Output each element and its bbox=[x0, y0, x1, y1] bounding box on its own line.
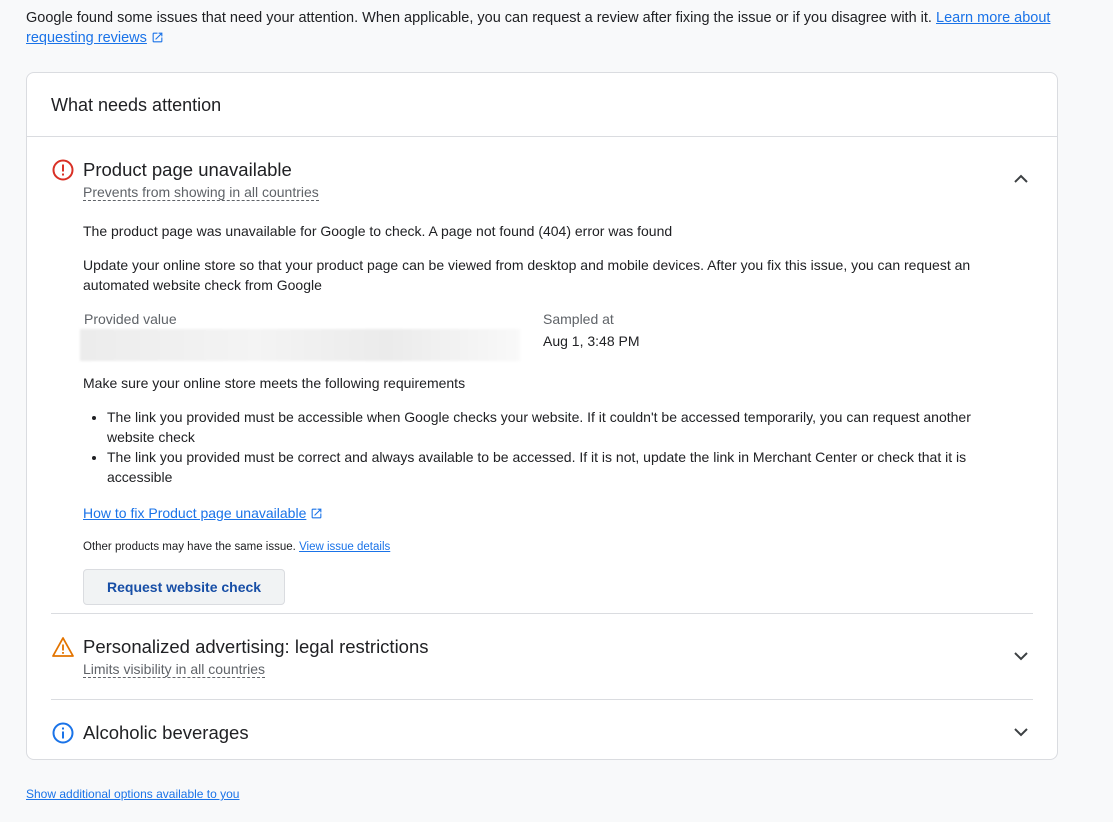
issue-values: Provided value Sampled at Aug 1, 3:48 PM bbox=[80, 309, 1009, 365]
issue-alcoholic-beverages: Alcoholic beverages bbox=[51, 699, 1033, 764]
howto-fix-link[interactable]: How to fix Product page unavailable bbox=[83, 503, 306, 523]
issue-title: Alcoholic beverages bbox=[83, 722, 249, 743]
requirement-item: The link you provided must be accessible… bbox=[107, 407, 1009, 447]
external-link-icon bbox=[310, 505, 323, 525]
show-additional-options-link[interactable]: Show additional options available to you bbox=[26, 787, 239, 801]
requirements-intro: Make sure your online store meets the fo… bbox=[83, 375, 466, 391]
sampled-at-value: Aug 1, 3:48 PM bbox=[543, 333, 640, 349]
requirements-list: The link you provided must be accessible… bbox=[107, 407, 1009, 487]
chevron-down-icon[interactable] bbox=[1009, 720, 1033, 744]
external-link-icon bbox=[151, 30, 164, 50]
intro-text: Google found some issues that need your … bbox=[26, 8, 1066, 50]
error-circle-icon bbox=[51, 158, 75, 182]
issue-header[interactable]: Personalized advertising: legal restrict… bbox=[51, 614, 1033, 699]
issue-title: Personalized advertising: legal restrict… bbox=[83, 636, 429, 657]
issue-header[interactable]: Product page unavailable Prevents from s… bbox=[51, 137, 1033, 221]
chevron-down-icon[interactable] bbox=[1009, 644, 1033, 668]
issue-subtitle[interactable]: Limits visibility in all countries bbox=[83, 661, 266, 678]
issue-header[interactable]: Alcoholic beverages bbox=[51, 700, 1033, 764]
card-title: What needs attention bbox=[27, 73, 1057, 137]
intro-message: Google found some issues that need your … bbox=[26, 10, 932, 26]
issue-details: The product page was unavailable for Goo… bbox=[51, 221, 1033, 613]
attention-card: What needs attention Product page unavai… bbox=[26, 72, 1058, 760]
request-website-check-button[interactable]: Request website check bbox=[83, 569, 286, 605]
requirement-item: The link you provided must be correct an… bbox=[107, 447, 1009, 487]
chevron-up-icon[interactable] bbox=[1009, 167, 1033, 191]
issue-subtitle[interactable]: Prevents from showing in all countries bbox=[83, 184, 319, 201]
view-issue-details-link[interactable]: View issue details bbox=[299, 541, 390, 553]
issue-product-page-unavailable: Product page unavailable Prevents from s… bbox=[51, 137, 1033, 613]
info-circle-icon bbox=[51, 721, 75, 745]
provided-value-redacted bbox=[80, 329, 520, 361]
issue-title: Product page unavailable bbox=[83, 159, 292, 180]
issue-detail-fix: Update your online store so that your pr… bbox=[83, 257, 971, 293]
warning-triangle-icon bbox=[51, 635, 75, 659]
other-products-note: Other products may have the same issue. … bbox=[83, 537, 1009, 557]
sampled-at-label: Sampled at bbox=[543, 311, 614, 327]
provided-value-label: Provided value bbox=[84, 311, 177, 327]
other-products-text: Other products may have the same issue. bbox=[83, 541, 296, 553]
issue-personalized-advertising: Personalized advertising: legal restrict… bbox=[51, 613, 1033, 699]
issue-detail-summary: The product page was unavailable for Goo… bbox=[83, 223, 673, 239]
